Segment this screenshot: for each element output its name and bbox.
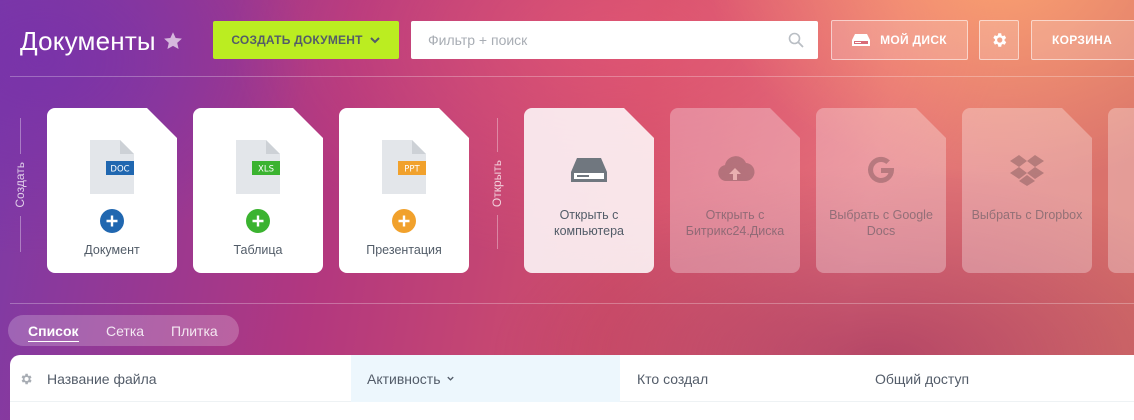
svg-text:XLS: XLS — [258, 165, 274, 175]
table-header: Название файла Активность Кто создал Общ… — [10, 355, 1134, 402]
ppt-file-icon: PPT — [382, 140, 426, 194]
trash-button[interactable]: КОРЗИНА — [1031, 20, 1134, 60]
svg-text:PPT: PPT — [404, 165, 420, 175]
open-section-text: Открыть — [490, 160, 504, 208]
open-from-computer-tile[interactable]: Открыть с компьютера — [524, 108, 654, 273]
choose-from-dropbox-tile[interactable]: Выбрать с Dropbox — [962, 108, 1092, 273]
search-input[interactable] — [411, 21, 818, 59]
header-divider — [10, 76, 1134, 77]
chevron-down-icon — [446, 376, 454, 381]
column-activity[interactable]: Активность — [351, 355, 620, 402]
tile-label: Открыть с компьютера — [554, 208, 624, 238]
google-icon — [868, 156, 895, 183]
create-document-tile[interactable]: DOC Документ — [47, 108, 177, 273]
star-icon[interactable] — [162, 30, 184, 52]
my-disk-label: МОЙ ДИСК — [880, 33, 947, 47]
tile-label: Выбрать с Dropbox — [971, 208, 1083, 222]
chevron-down-icon — [369, 37, 380, 44]
view-grid-tab[interactable]: Сетка — [106, 323, 144, 339]
column-label: Название файла — [47, 370, 157, 387]
column-created-by[interactable]: Кто создал — [637, 355, 867, 402]
column-shared-access[interactable]: Общий доступ — [875, 355, 1115, 402]
create-presentation-tile[interactable]: PPT Презентация — [339, 108, 469, 273]
create-spreadsheet-tile[interactable]: XLS Таблица — [193, 108, 323, 273]
tile-label: Таблица — [233, 243, 283, 257]
open-from-bitrix24-disk-tile[interactable]: Открыть с Битрикс24.Диска — [670, 108, 800, 273]
section-divider — [10, 303, 1134, 304]
plus-icon — [392, 209, 416, 233]
search-icon[interactable] — [788, 32, 804, 48]
svg-text:DOC: DOC — [110, 165, 129, 175]
column-label: Активность — [367, 370, 441, 387]
tile-label: Открыть с Битрикс24.Диска — [685, 208, 785, 238]
column-file-name[interactable]: Название файла — [47, 355, 347, 402]
tile-label: Документ — [84, 243, 140, 257]
open-section-label: Открыть — [487, 118, 507, 268]
column-label: Кто создал — [637, 370, 709, 387]
column-label: Общий доступ — [875, 370, 970, 387]
hard-drive-icon — [571, 158, 607, 182]
create-section-label: Создать — [10, 118, 30, 268]
view-tiles-tab[interactable]: Плитка — [171, 323, 218, 339]
gear-icon[interactable] — [19, 372, 33, 386]
settings-button[interactable] — [979, 20, 1019, 60]
my-disk-button[interactable]: МОЙ ДИСК — [831, 20, 968, 60]
create-document-label: СОЗДАТЬ ДОКУМЕНТ — [231, 33, 363, 47]
xls-file-icon: XLS — [236, 140, 280, 194]
cloud-upload-icon — [718, 156, 755, 182]
file-table: Название файла Активность Кто создал Общ… — [10, 355, 1134, 420]
dropbox-icon — [1010, 155, 1044, 186]
plus-icon — [246, 209, 270, 233]
create-document-button[interactable]: СОЗДАТЬ ДОКУМЕНТ — [213, 21, 399, 59]
choose-from-google-docs-tile[interactable]: Выбрать с Google Docs — [816, 108, 946, 273]
doc-file-icon: DOC — [90, 140, 134, 194]
more-sources-tile[interactable] — [1108, 108, 1134, 273]
gear-icon — [993, 33, 1007, 47]
page-title: Документы — [20, 26, 156, 56]
tile-label: Выбрать с Google Docs — [829, 208, 933, 238]
plus-icon — [100, 209, 124, 233]
trash-label: КОРЗИНА — [1052, 33, 1113, 47]
create-section-text: Создать — [13, 162, 27, 208]
tile-label: Презентация — [366, 243, 442, 257]
view-list-tab[interactable]: Список — [28, 323, 79, 342]
view-switch: Список Сетка Плитка — [8, 315, 239, 346]
search-box — [411, 21, 818, 59]
hard-drive-icon — [852, 34, 871, 46]
